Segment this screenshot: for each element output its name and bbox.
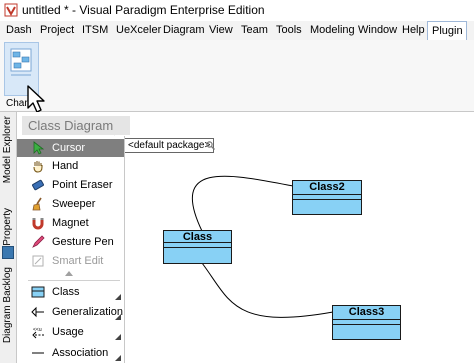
class-separator — [164, 247, 231, 248]
uml-class-class[interactable]: Class — [163, 230, 232, 264]
uml-class-class2[interactable]: Class2 — [292, 180, 362, 215]
connector-class-class3 — [201, 262, 334, 318]
class-separator — [293, 194, 361, 195]
class-separator — [333, 324, 400, 325]
uml-class-class3[interactable]: Class3 — [332, 305, 401, 340]
class-name: Class2 — [309, 181, 345, 193]
class-name: Class3 — [348, 306, 385, 318]
class-separator — [164, 242, 231, 243]
class-separator — [333, 319, 400, 320]
connector-class-class2 — [191, 175, 294, 232]
class-separator — [293, 199, 361, 200]
connector-lines — [191, 175, 334, 318]
